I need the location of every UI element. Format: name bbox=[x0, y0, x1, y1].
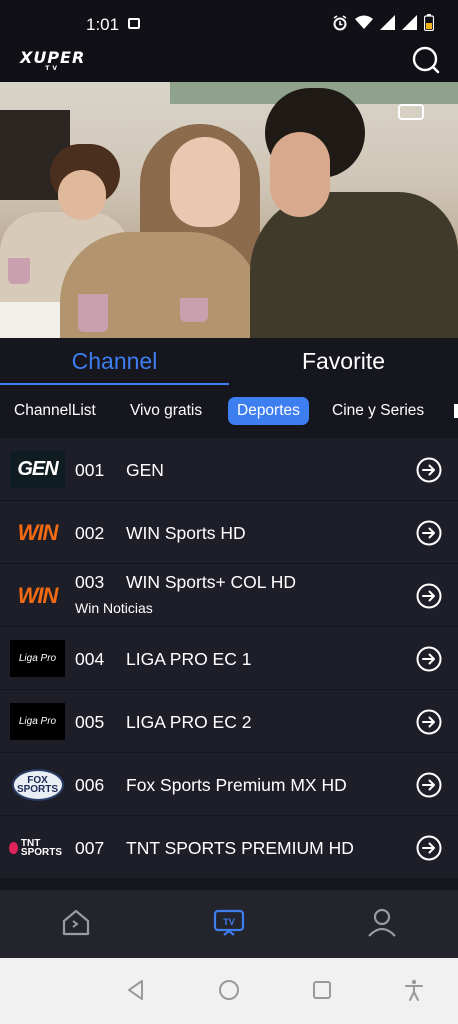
category-channellist[interactable]: ChannelList bbox=[14, 397, 96, 425]
nav-home[interactable] bbox=[60, 906, 92, 938]
tab-favorite[interactable]: Favorite bbox=[229, 338, 458, 384]
channel-bug-icon bbox=[398, 104, 424, 120]
channel-logo: FOX SPORTS bbox=[10, 766, 65, 803]
app-header: XUPER TV bbox=[0, 44, 458, 82]
image-notification-icon bbox=[128, 18, 140, 29]
arrow-circle-icon[interactable] bbox=[416, 520, 442, 546]
channel-number: 006 bbox=[75, 775, 105, 795]
category-deportes[interactable]: Deportes bbox=[228, 397, 309, 425]
battery-icon bbox=[423, 14, 435, 36]
channel-logo: GEN bbox=[10, 451, 65, 488]
category-vivo-gratis[interactable]: Vivo gratis bbox=[130, 397, 202, 425]
back-button[interactable] bbox=[124, 978, 148, 1002]
status-bar: 1:01 bbox=[0, 0, 458, 44]
app-logo: XUPER TV bbox=[20, 48, 86, 72]
arrow-circle-icon[interactable] bbox=[416, 772, 442, 798]
home-system-button[interactable] bbox=[217, 978, 241, 1002]
tab-channel[interactable]: Channel bbox=[0, 338, 229, 384]
channel-logo: WIN bbox=[17, 519, 59, 545]
tv-icon: TV bbox=[213, 909, 245, 936]
channel-name: LIGA PRO EC 2 bbox=[126, 712, 252, 732]
channel-row[interactable]: TNT SPORTS 007 TNT SPORTS PREMIUM HD bbox=[0, 816, 458, 879]
arrow-circle-icon[interactable] bbox=[416, 709, 442, 735]
accessibility-icon bbox=[405, 979, 423, 1001]
channel-number: 001 bbox=[75, 460, 105, 480]
wifi-icon bbox=[355, 15, 373, 35]
channel-row[interactable]: Liga Pro 004 LIGA PRO EC 1 bbox=[0, 627, 458, 690]
category-overflow bbox=[454, 404, 458, 418]
channel-name: WIN Sports HD bbox=[126, 523, 246, 543]
channel-subtitle: Win Noticias bbox=[75, 600, 153, 616]
arrow-circle-icon[interactable] bbox=[416, 835, 442, 861]
channel-row[interactable]: WIN 002 WIN Sports HD bbox=[0, 501, 458, 564]
signal-icon bbox=[380, 15, 395, 35]
home-circle-icon bbox=[219, 980, 239, 1000]
profile-icon bbox=[368, 908, 396, 937]
channel-number: 003 bbox=[75, 572, 105, 592]
channel-row[interactable]: FOX SPORTS 006 Fox Sports Premium MX HD bbox=[0, 753, 458, 816]
channel-name: WIN Sports+ COL HD bbox=[126, 572, 297, 592]
nav-profile[interactable] bbox=[366, 906, 398, 938]
video-player[interactable] bbox=[0, 82, 458, 338]
channel-name: TNT SPORTS PREMIUM HD bbox=[126, 838, 354, 858]
arrow-circle-icon[interactable] bbox=[416, 646, 442, 672]
channel-row[interactable]: GEN 001 GEN bbox=[0, 438, 458, 501]
tab-underline bbox=[0, 383, 229, 385]
system-nav-bar bbox=[0, 958, 458, 1024]
category-bar: ChannelList Vivo gratis Deportes Cine y … bbox=[0, 386, 458, 438]
nav-tv[interactable]: TV bbox=[213, 906, 245, 938]
signal-icon-2 bbox=[402, 15, 417, 35]
arrow-circle-icon[interactable] bbox=[416, 583, 442, 609]
channel-row[interactable]: WIN 003 WIN Sports+ COL HD Win Noticias bbox=[0, 564, 458, 627]
channel-list: GEN 001 GEN WIN 002 WIN Sports HD WIN 00… bbox=[0, 438, 458, 890]
channel-name: GEN bbox=[126, 460, 164, 480]
channel-number: 007 bbox=[75, 838, 105, 858]
recents-square-icon bbox=[313, 981, 331, 999]
status-icons bbox=[332, 14, 435, 36]
bottom-nav: TV bbox=[0, 890, 458, 958]
channel-logo: Liga Pro bbox=[10, 703, 65, 740]
search-icon bbox=[412, 46, 440, 74]
channel-logo: Liga Pro bbox=[10, 640, 65, 677]
status-time: 1:01 bbox=[86, 15, 120, 34]
channel-name: Fox Sports Premium MX HD bbox=[126, 775, 347, 795]
channel-number: 004 bbox=[75, 649, 105, 669]
search-button[interactable] bbox=[412, 46, 440, 74]
svg-text:TV: TV bbox=[223, 917, 235, 927]
channel-number: 002 bbox=[75, 523, 105, 543]
channel-row[interactable]: Liga Pro 005 LIGA PRO EC 2 bbox=[0, 690, 458, 753]
category-cine-y-series[interactable]: Cine y Series bbox=[332, 397, 424, 425]
main-tabs: Channel Favorite bbox=[0, 338, 458, 386]
home-icon bbox=[62, 909, 90, 936]
channel-logo: TNT SPORTS bbox=[9, 829, 65, 866]
recents-button[interactable] bbox=[310, 978, 334, 1002]
accessibility-button[interactable] bbox=[402, 978, 426, 1002]
channel-name: LIGA PRO EC 1 bbox=[126, 649, 252, 669]
channel-logo: WIN bbox=[17, 582, 59, 608]
channel-number: 005 bbox=[75, 712, 105, 732]
back-triangle-icon bbox=[128, 980, 143, 1000]
arrow-circle-icon[interactable] bbox=[416, 457, 442, 483]
alarm-icon bbox=[332, 14, 348, 36]
